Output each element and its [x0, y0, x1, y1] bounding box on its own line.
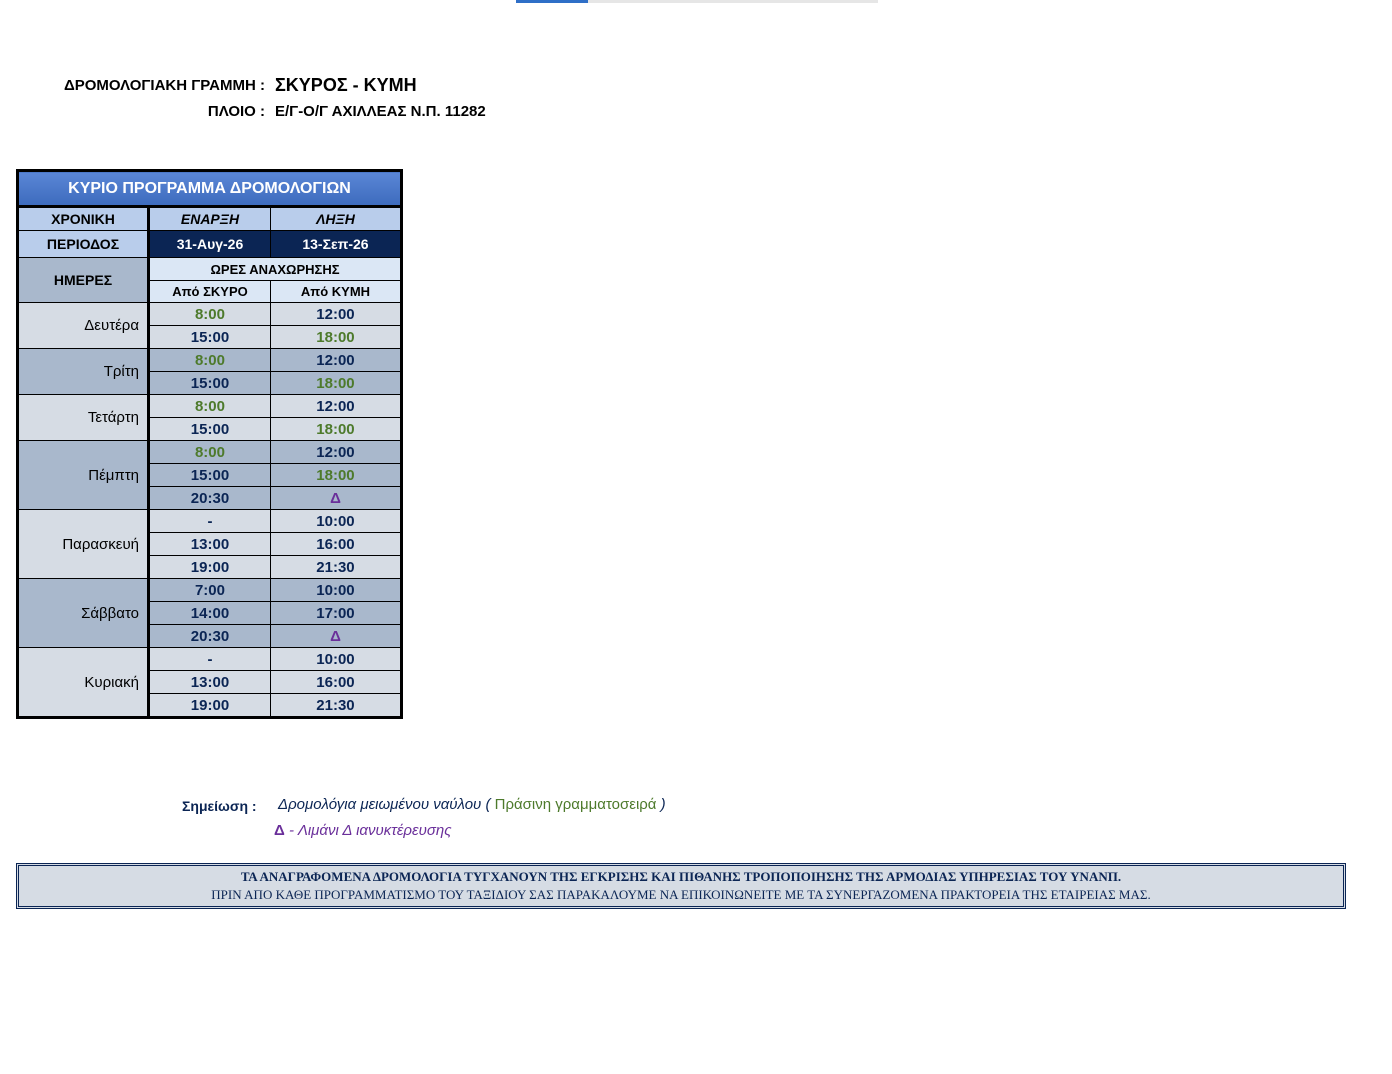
departure-from-skyros: 19:00: [148, 693, 271, 718]
top-tab-strip: [516, 0, 878, 3]
disclaimer-box: ΤΑ ΑΝΑΓΡΑΦΟΜΕΝΑ ΔΡΟΜΟΛΟΓΙΑ ΤΥΓΧΑΝΟΥΝ ΤΗΣ…: [16, 863, 1346, 909]
departure-from-kymi: 18:00: [269, 325, 403, 349]
route-label: ΔΡΟΜΟΛΟΓΙΑΚΗ ΓΡΑΜΜΗ :: [63, 77, 265, 94]
departure-from-skyros: 13:00: [148, 670, 271, 694]
day-label: Πέμπτη: [16, 440, 151, 510]
delta-note: Δ - Λιμάνι Δ ιανυκτέρευσης: [274, 822, 452, 839]
departure-from-kymi: 21:30: [269, 555, 403, 579]
departure-from-skyros: 19:00: [148, 555, 271, 579]
departure-from-kymi: 18:00: [269, 371, 403, 395]
departure-from-skyros: -: [148, 647, 271, 671]
departure-from-skyros: 13:00: [148, 532, 271, 556]
end-date: 13-Σεπ-26: [269, 230, 403, 258]
day-label: Τρίτη: [16, 348, 151, 395]
departure-from-skyros: 20:30: [148, 624, 271, 648]
day-label: Παρασκευή: [16, 509, 151, 579]
period-label-2: ΠΕΡΙΟΔΟΣ: [16, 230, 151, 258]
day-label: Δευτέρα: [16, 302, 151, 349]
note-label: Σημείωση :: [182, 798, 257, 814]
departure-from-kymi: 12:00: [269, 302, 403, 326]
departure-from-skyros: 7:00: [148, 578, 271, 602]
disclaimer-line-1: ΤΑ ΑΝΑΓΡΑΦΟΜΕΝΑ ΔΡΟΜΟΛΟΓΙΑ ΤΥΓΧΑΝΟΥΝ ΤΗΣ…: [240, 869, 1122, 884]
departure-from-kymi: 12:00: [269, 348, 403, 372]
active-tab-indicator[interactable]: [516, 0, 588, 3]
departure-from-skyros: 8:00: [148, 348, 271, 372]
ship-value: Ε/Γ-Ο/Γ ΑΧΙΛΛΕΑΣ Ν.Π. 11282: [275, 103, 486, 120]
departure-from-skyros: 14:00: [148, 601, 271, 625]
note-suffix: ): [660, 796, 666, 813]
days-header: ΗΜΕΡΕΣ: [16, 257, 151, 303]
departure-from-skyros: 8:00: [148, 440, 271, 464]
departure-from-skyros: -: [148, 509, 271, 533]
delta-text: - Λιμάνι Δ ιανυκτέρευσης: [288, 822, 452, 839]
departure-from-skyros: 8:00: [148, 302, 271, 326]
departure-from-kymi: 18:00: [269, 417, 403, 441]
disclaimer-line-2: ΠΡΙΝ ΑΠΟ ΚΑΘΕ ΠΡΟΓΡΑΜΜΑΤΙΣΜΟ ΤΟΥ ΤΑΞΙΔΙΟ…: [211, 887, 1151, 902]
day-label: Σάββατο: [16, 578, 151, 648]
departure-from-kymi: 10:00: [269, 647, 403, 671]
delta-symbol: Δ: [274, 822, 285, 839]
note-text: Δρομολόγια μειωμένου ναύλου ( Πράσινη γρ…: [278, 796, 666, 813]
start-date: 31-Αυγ-26: [148, 230, 271, 258]
end-label: ΛΗΞΗ: [269, 206, 403, 231]
departure-from-skyros: 15:00: [148, 371, 271, 395]
note-green-text: Πράσινη γραμματοσειρά: [494, 796, 657, 813]
from-kymi-header: Από ΚΥΜΗ: [269, 280, 403, 303]
departure-from-kymi: 21:30: [269, 693, 403, 718]
from-skyros-header: Από ΣΚΥΡΟ: [148, 280, 271, 303]
note-prefix: Δρομολόγια μειωμένου ναύλου (: [278, 796, 491, 813]
day-label: Κυριακή: [16, 647, 151, 718]
departure-from-kymi: 17:00: [269, 601, 403, 625]
departure-from-skyros: 15:00: [148, 417, 271, 441]
route-value: ΣΚΥΡΟΣ - ΚΥΜΗ: [275, 75, 417, 95]
day-label: Τετάρτη: [16, 394, 151, 441]
departure-from-kymi: 10:00: [269, 578, 403, 602]
departure-from-kymi: 16:00: [269, 670, 403, 694]
departure-from-kymi: 12:00: [269, 394, 403, 418]
departure-from-skyros: 15:00: [148, 463, 271, 487]
departures-header: ΩΡΕΣ ΑΝΑΧΩΡΗΣΗΣ: [148, 257, 402, 281]
departure-from-kymi: 12:00: [269, 440, 403, 464]
schedule-title: ΚΥΡΙΟ ΠΡΟΓΡΑΜΜΑ ΔΡΟΜΟΛΟΓΙΩΝ: [17, 170, 402, 208]
period-label-1: ΧΡΟΝΙΚΗ: [16, 206, 151, 231]
departure-from-skyros: 8:00: [148, 394, 271, 418]
departure-from-kymi: Δ: [269, 624, 403, 648]
departure-from-kymi: 10:00: [269, 509, 403, 533]
departure-from-skyros: 15:00: [148, 325, 271, 349]
departure-from-skyros: 20:30: [148, 486, 271, 510]
departure-from-kymi: Δ: [269, 486, 403, 510]
start-label: ΕΝΑΡΞΗ: [148, 206, 271, 231]
departure-from-kymi: 16:00: [269, 532, 403, 556]
schedule-table: ΚΥΡΙΟ ΠΡΟΓΡΑΜΜΑ ΔΡΟΜΟΛΟΓΙΩΝ ΧΡΟΝΙΚΗ ΕΝΑΡ…: [16, 169, 403, 719]
ship-label: ΠΛΟΙΟ :: [207, 103, 265, 120]
departure-from-kymi: 18:00: [269, 463, 403, 487]
